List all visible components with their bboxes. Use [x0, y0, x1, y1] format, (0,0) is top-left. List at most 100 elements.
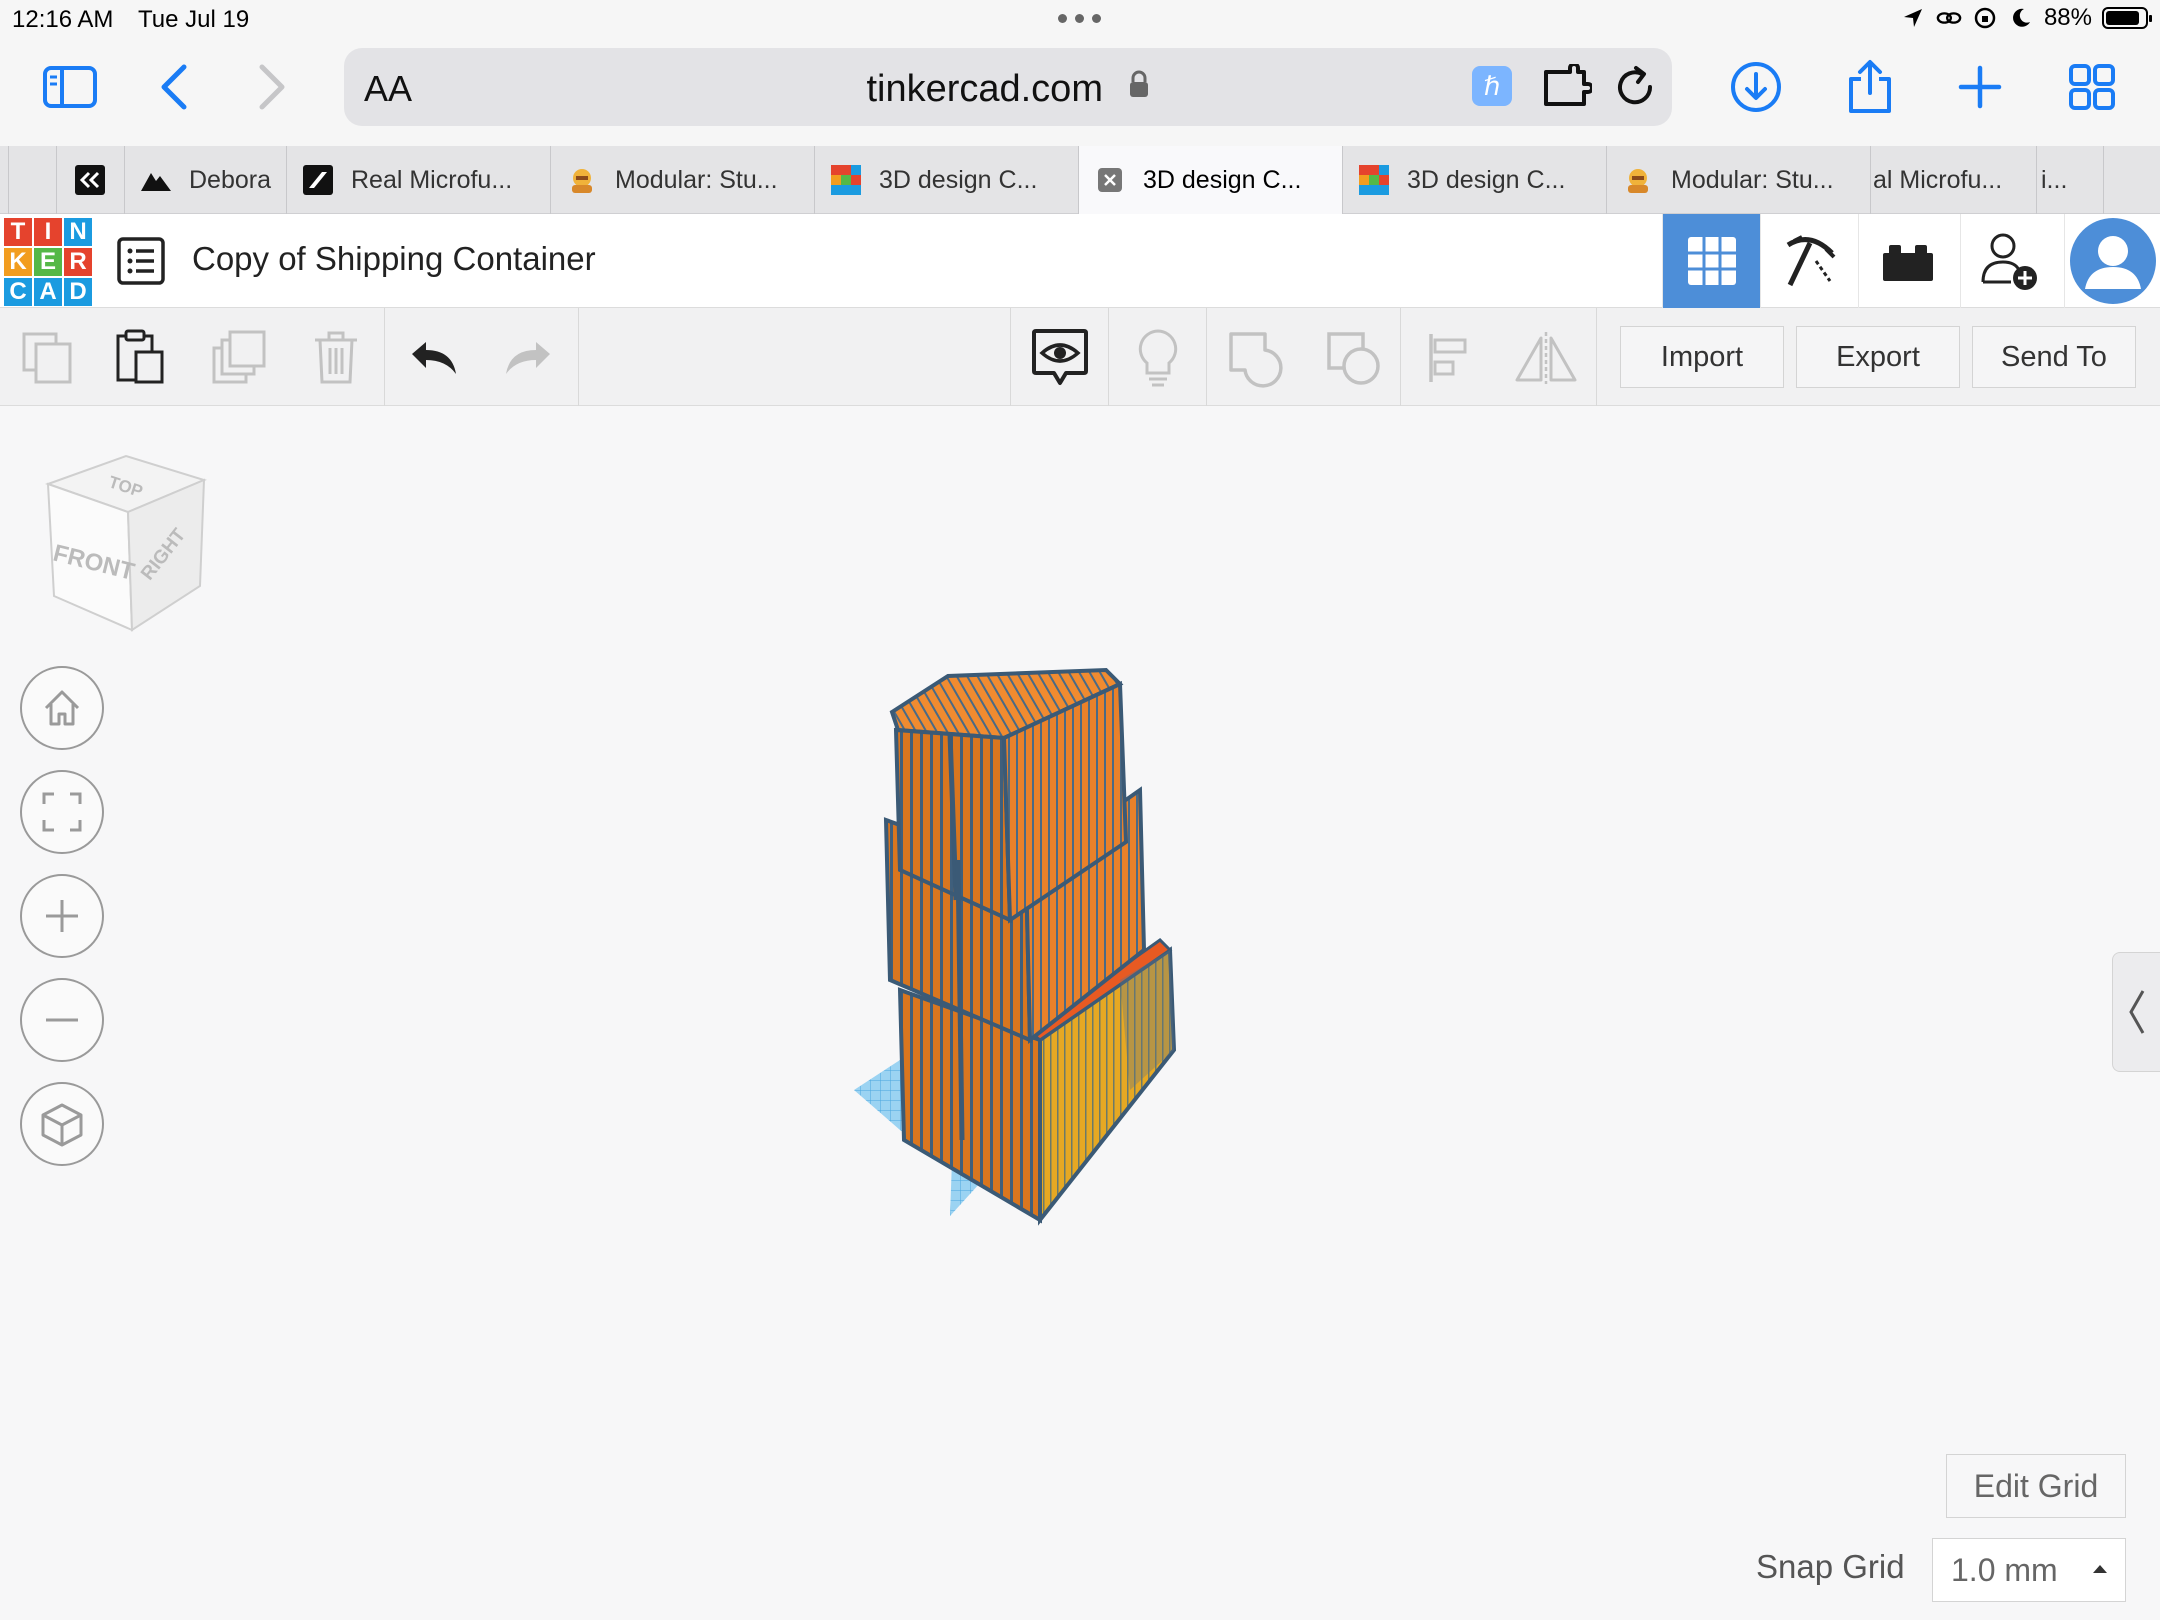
tab-item[interactable]: al Microfu... — [1870, 146, 2036, 214]
home-view-button[interactable] — [20, 666, 104, 750]
slash-logo-icon — [303, 165, 333, 195]
browser-toolbar: AA tinkercad.com ℏ — [0, 40, 2160, 146]
snap-grid-select[interactable]: 1.0 mm — [1932, 1538, 2126, 1602]
link-icon — [1936, 5, 1962, 31]
tab-item[interactable]: 3D design C... — [814, 146, 1078, 214]
group-button[interactable] — [1220, 322, 1292, 394]
close-icon[interactable] — [1095, 165, 1125, 195]
undo-button[interactable] — [398, 322, 470, 394]
import-button[interactable]: Import — [1620, 326, 1784, 388]
shapes-panel-toggle-button[interactable] — [2112, 952, 2160, 1072]
chevron-right-icon — [259, 64, 285, 110]
fit-view-button[interactable] — [20, 770, 104, 854]
perspective-toggle-button[interactable] — [20, 1082, 104, 1166]
copy-icon — [22, 332, 72, 384]
tab-item[interactable]: Modular: Stu... — [1606, 146, 1870, 214]
character-icon — [1623, 165, 1653, 195]
reload-icon[interactable] — [1612, 64, 1658, 110]
tab-item[interactable]: i... — [2036, 146, 2104, 214]
sidebar-toggle-button[interactable] — [30, 52, 110, 122]
tab-bar: Debora Real Microfu... Modular: Stu... 3… — [0, 146, 2160, 214]
design-list-button[interactable] — [116, 236, 166, 286]
logo-letter: R — [64, 248, 92, 276]
tab-stub[interactable] — [8, 146, 56, 214]
character-icon — [567, 165, 597, 195]
extension-icon[interactable]: ℏ — [1472, 66, 1512, 106]
view-cube[interactable]: TOP FRONT RIGHT — [40, 450, 220, 640]
3d-model-shipping-containers[interactable] — [840, 620, 1310, 1230]
tab-item[interactable]: 3D design C... — [1342, 146, 1606, 214]
tab-label: Modular: Stu... — [1671, 165, 1834, 194]
new-tab-button[interactable] — [1940, 52, 2020, 122]
duplicate-icon — [212, 330, 266, 384]
tab-item[interactable]: Debora — [124, 146, 286, 214]
share-button[interactable] — [1830, 52, 1910, 122]
tab-item-active[interactable]: 3D design C... — [1078, 146, 1342, 214]
logo-letter: D — [64, 278, 92, 306]
double-chevron-icon — [75, 165, 105, 195]
account-avatar-button[interactable] — [2064, 214, 2160, 308]
logo-letter: T — [4, 218, 32, 246]
invite-user-button[interactable] — [1960, 214, 2058, 308]
sidebar-icon — [43, 66, 97, 108]
status-date: Tue Jul 19 — [138, 6, 250, 33]
edit-grid-button[interactable]: Edit Grid — [1946, 1454, 2126, 1518]
extension-puzzle-icon[interactable] — [1540, 62, 1594, 110]
plus-icon — [1958, 65, 2002, 109]
grid-icon — [2069, 64, 2115, 110]
design-title[interactable]: Copy of Shipping Container — [192, 240, 596, 278]
fit-view-icon — [42, 792, 82, 832]
tab-overview-button[interactable] — [2052, 52, 2132, 122]
zoom-out-button[interactable] — [20, 978, 104, 1062]
snap-grid-value: 1.0 mm — [1951, 1551, 2058, 1588]
align-button[interactable] — [1414, 322, 1486, 394]
redo-button[interactable] — [492, 322, 564, 394]
tab-item[interactable]: Modular: Stu... — [550, 146, 814, 214]
tinkercad-logo[interactable]: T I N K E R C A D — [4, 218, 92, 306]
paste-icon — [116, 329, 164, 384]
view-3d-design-button[interactable] — [1662, 214, 1760, 308]
address-bar[interactable]: AA tinkercad.com ℏ — [344, 48, 1672, 126]
ungroup-button[interactable] — [1318, 322, 1390, 394]
paste-button[interactable] — [104, 322, 176, 394]
snap-grid-label: Snap Grid — [1756, 1548, 1905, 1585]
status-bar: 12:16 AM Tue Jul 19 88% — [0, 0, 2160, 40]
copy-button[interactable] — [12, 322, 84, 394]
delete-button[interactable] — [300, 322, 372, 394]
avatar-icon — [2069, 218, 2156, 304]
edit-toolbar: Import Export Send To — [0, 308, 2160, 406]
tab-label: Debora — [189, 165, 271, 194]
bricks-button[interactable] — [1858, 214, 1956, 308]
export-button[interactable]: Export — [1796, 326, 1960, 388]
tab-label: al Microfu... — [1873, 165, 2003, 194]
chevron-left-icon — [161, 64, 187, 110]
tab-item[interactable]: Real Microfu... — [286, 146, 550, 214]
zoom-in-button[interactable] — [20, 874, 104, 958]
download-icon — [1731, 62, 1781, 112]
multitasking-dots[interactable] — [1058, 14, 1101, 23]
speech-eye-icon — [1032, 329, 1088, 385]
downloads-button[interactable] — [1716, 52, 1796, 122]
trash-icon — [315, 331, 357, 384]
orientation-lock-icon — [1972, 5, 1998, 31]
logo-letter: N — [64, 218, 92, 246]
lock-icon — [1128, 66, 1150, 109]
share-icon — [1849, 60, 1891, 113]
minus-icon — [46, 1018, 78, 1022]
back-button[interactable] — [134, 52, 214, 122]
battery-icon — [2102, 7, 2152, 29]
pickaxe-icon — [1786, 235, 1835, 287]
codeblocks-button[interactable] — [1760, 214, 1858, 308]
lightbulb-icon — [1138, 329, 1178, 387]
hints-button[interactable] — [1122, 322, 1194, 394]
brick-icon — [1882, 245, 1933, 281]
duplicate-button[interactable] — [204, 322, 276, 394]
mirror-button[interactable] — [1510, 322, 1582, 394]
ipad-screen: 12:16 AM Tue Jul 19 88% AA tinkercad.com… — [0, 0, 2160, 1620]
tab-pinned[interactable] — [56, 146, 124, 214]
caret-up-icon — [2093, 1565, 2107, 1573]
notes-button[interactable] — [1024, 322, 1096, 394]
send-to-button[interactable]: Send To — [1972, 326, 2136, 388]
forward-button[interactable] — [232, 52, 312, 122]
status-icons: 88% — [1900, 4, 2152, 32]
